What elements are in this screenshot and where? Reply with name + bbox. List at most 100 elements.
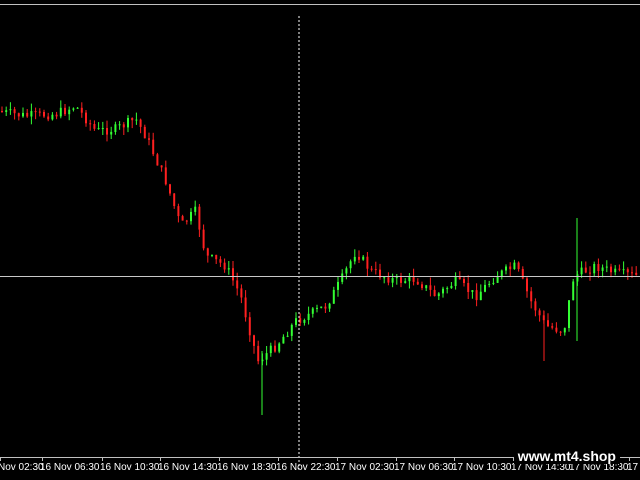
candle-body xyxy=(572,281,575,301)
candle xyxy=(442,286,444,298)
candle xyxy=(563,327,566,336)
time-axis-tick xyxy=(160,458,161,461)
candle xyxy=(614,265,617,276)
candle-body xyxy=(597,264,600,271)
candle xyxy=(597,258,600,278)
candle xyxy=(89,119,92,131)
candle-body xyxy=(232,268,234,281)
candle xyxy=(97,122,100,130)
candle xyxy=(64,104,66,116)
candle xyxy=(526,276,528,298)
candle xyxy=(47,112,50,122)
candle-body xyxy=(169,184,171,194)
price-chart[interactable] xyxy=(0,0,640,480)
candle-body xyxy=(353,256,356,262)
candle-body xyxy=(618,268,621,270)
candle-body xyxy=(17,113,20,117)
candle xyxy=(589,266,591,281)
candle xyxy=(349,259,352,274)
candle-body xyxy=(547,320,549,327)
candle xyxy=(366,252,369,277)
time-axis-label: 16 Nov 22:30 xyxy=(276,462,336,473)
time-axis-tick xyxy=(278,458,279,461)
candle xyxy=(383,276,386,284)
candle-body xyxy=(93,124,96,129)
candle xyxy=(395,274,398,285)
candle xyxy=(93,120,96,131)
candle-body xyxy=(206,248,209,256)
candle-body xyxy=(400,277,402,283)
candle xyxy=(76,107,79,109)
candle-body xyxy=(505,266,507,271)
candle-body xyxy=(131,118,134,121)
candle-body xyxy=(395,277,398,279)
candle xyxy=(605,260,608,273)
candle xyxy=(185,219,188,225)
candle-body xyxy=(454,276,457,286)
candle-body xyxy=(526,278,528,292)
candle xyxy=(156,152,159,166)
time-axis-label: 16 Nov 06:30 xyxy=(40,462,100,473)
candle-body xyxy=(513,262,516,270)
candle xyxy=(467,275,470,299)
candle-body xyxy=(59,107,62,117)
candle xyxy=(580,261,583,278)
candle-body xyxy=(332,289,335,304)
candle xyxy=(303,318,306,326)
candle-body xyxy=(106,128,108,135)
candle-body xyxy=(303,320,306,323)
candle-body xyxy=(135,119,138,121)
candle xyxy=(593,261,596,277)
chart-window[interactable]: Nov 02:30 16 Nov 06:30 16 Nov 10:30 16 Nov … xyxy=(0,0,640,480)
candle-body xyxy=(253,335,255,346)
candle-body xyxy=(244,297,247,318)
candle xyxy=(307,306,310,325)
candle xyxy=(194,200,197,216)
candle-body xyxy=(328,303,331,309)
candle xyxy=(328,302,331,312)
candle-body xyxy=(374,269,377,271)
candle xyxy=(181,214,184,221)
candle-body xyxy=(429,285,432,290)
candle xyxy=(34,107,37,120)
candle xyxy=(173,193,176,209)
candle-body xyxy=(496,276,499,283)
candle-body xyxy=(89,123,92,125)
candle xyxy=(269,342,272,357)
candle-body xyxy=(76,107,79,109)
candle xyxy=(433,285,436,297)
candle-body xyxy=(164,167,167,185)
candle-body xyxy=(370,268,373,270)
candle-body xyxy=(223,262,226,270)
candle xyxy=(22,107,24,118)
candle-body xyxy=(177,206,180,217)
candle-body xyxy=(479,291,482,301)
candle xyxy=(479,284,482,301)
candle xyxy=(190,208,192,225)
candle-body xyxy=(425,285,428,289)
candle-body xyxy=(391,278,394,283)
candle-body xyxy=(181,216,184,221)
candle-body xyxy=(316,307,318,309)
candle-body xyxy=(5,110,8,112)
candle xyxy=(379,263,381,280)
candle xyxy=(274,340,276,353)
candle-body xyxy=(345,268,348,274)
candle xyxy=(30,103,33,125)
candle-body xyxy=(156,154,159,166)
candle xyxy=(248,312,251,342)
candle-body xyxy=(47,116,50,120)
candle xyxy=(572,279,575,301)
candle-body xyxy=(219,259,222,263)
candle xyxy=(370,265,373,272)
candle-body xyxy=(517,262,520,269)
candle xyxy=(534,298,537,317)
candle xyxy=(509,262,512,277)
candle xyxy=(475,283,478,307)
time-axis-tick xyxy=(42,458,43,461)
candle-body xyxy=(366,256,369,269)
candle xyxy=(232,261,234,286)
candle-body xyxy=(64,107,66,115)
candle-body xyxy=(467,283,470,292)
candle-body xyxy=(311,308,314,314)
